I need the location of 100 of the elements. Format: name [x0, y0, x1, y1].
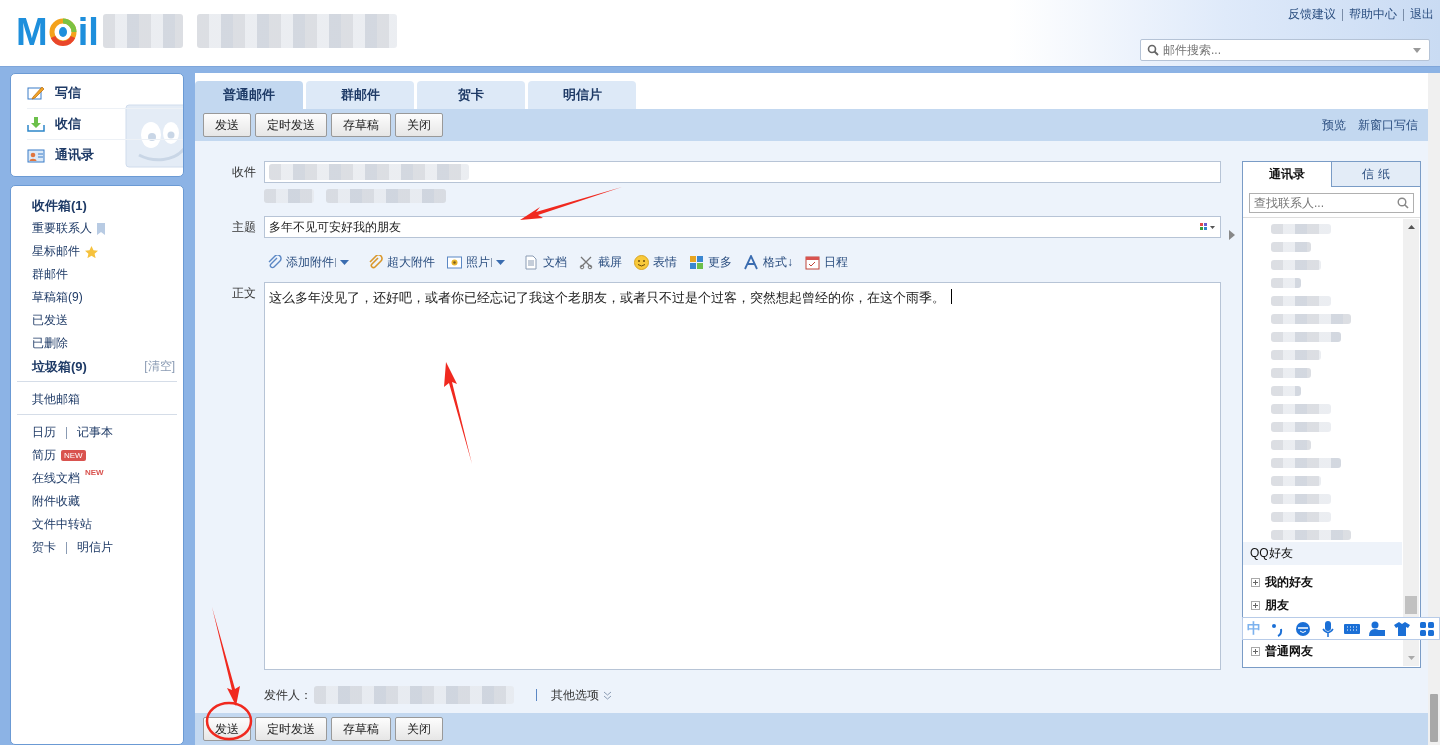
- sidebar-action[interactable]: 通讯录: [27, 140, 183, 170]
- paperclip-icon: [368, 254, 383, 270]
- scrollbar[interactable]: [1403, 219, 1419, 666]
- compose-tab[interactable]: 群邮件: [306, 81, 414, 109]
- toolbar-link[interactable]: 预览: [1322, 116, 1346, 134]
- compose-tab[interactable]: 明信片: [528, 81, 636, 109]
- dropdown-icon: [1413, 47, 1421, 53]
- folder-link[interactable]: 日历: [32, 424, 56, 441]
- message-editor[interactable]: 这么多年没见了，还好吧，或者你已经忘记了我这个老朋友，或者只不过是个过客，突然想起曾经的你，在这个雨季。: [264, 282, 1221, 670]
- up-arrow-icon: [1407, 225, 1415, 229]
- folder-link[interactable]: 星标邮件: [32, 243, 80, 260]
- folder-link[interactable]: 在线文档: [32, 470, 80, 487]
- toolbar-button[interactable]: 存草稿: [331, 113, 391, 137]
- double-chevron-icon: [603, 690, 612, 700]
- blurred-area: [1271, 296, 1331, 306]
- header-link[interactable]: 帮助中心: [1349, 6, 1397, 23]
- microphone-icon: [1319, 620, 1336, 637]
- circle-annotation: [205, 701, 253, 741]
- editor-tool[interactable]: 照片: [444, 253, 493, 271]
- folder-link[interactable]: 其他邮箱: [32, 391, 80, 408]
- editor-tool[interactable]: 表情: [631, 253, 680, 271]
- scrollbar-thumb[interactable]: [1405, 596, 1417, 614]
- text-cursor: [951, 289, 952, 304]
- blurred-area: [1271, 404, 1331, 414]
- grid-icon: [689, 254, 704, 270]
- ring-logo-icon: [47, 17, 78, 47]
- folder-link[interactable]: 附件收藏: [32, 493, 80, 510]
- blurred-area: [1271, 512, 1331, 522]
- compose-tab[interactable]: 普通邮件: [195, 81, 303, 109]
- options-link[interactable]: 其他选项: [551, 686, 612, 704]
- folder-link[interactable]: 垃圾箱(9): [32, 357, 87, 376]
- folder-link[interactable]: 简历: [32, 447, 56, 464]
- letter-a-icon: [744, 254, 759, 270]
- toolbar-button[interactable]: 关闭: [395, 717, 443, 741]
- folder-link[interactable]: 明信片: [77, 539, 113, 556]
- editor-tool[interactable]: 超大附件: [365, 253, 438, 271]
- new-badge: NEW: [61, 450, 86, 461]
- scrollbar-thumb[interactable]: [1430, 694, 1438, 742]
- contact-search-bar[interactable]: 查找联系人...: [1249, 193, 1414, 213]
- blurred-area: [1271, 476, 1321, 486]
- group-header: QQ好友: [1243, 542, 1402, 565]
- header-link[interactable]: 反馈建议: [1288, 6, 1336, 23]
- folder-link[interactable]: 贺卡: [32, 539, 56, 556]
- search-bar[interactable]: 邮件搜索...: [1140, 39, 1430, 61]
- editor-tool[interactable]: 格式↓: [741, 253, 796, 271]
- page-scrollbar[interactable]: [1428, 73, 1440, 745]
- folder-link[interactable]: 记事本: [77, 424, 113, 441]
- search-icon: [1397, 197, 1409, 209]
- photo-icon: [447, 254, 462, 270]
- field-label: 主题: [231, 219, 257, 236]
- shirt-icon: [1393, 620, 1410, 637]
- smiley-icon: [1294, 620, 1311, 637]
- header-link[interactable]: 退出: [1410, 6, 1434, 23]
- editor-tool[interactable]: 截屏: [576, 253, 625, 271]
- folder-link[interactable]: 文件中转站: [32, 516, 92, 533]
- editor-tool[interactable]: 文档: [521, 253, 570, 271]
- editor-tool[interactable]: 添加附件: [264, 253, 337, 271]
- editor-tool[interactable]: 更多: [686, 253, 735, 271]
- blurred-area: [1271, 386, 1301, 396]
- contact-group[interactable]: 我的好友: [1265, 574, 1313, 591]
- blurred-area: [1271, 332, 1341, 342]
- download-tray-icon: [27, 116, 45, 132]
- toolbar-button[interactable]: 关闭: [395, 113, 443, 137]
- search-icon: [1147, 44, 1159, 56]
- subject-field[interactable]: 多年不见可安好我的朋友: [264, 216, 1221, 238]
- toolbar-button[interactable]: 定时发送: [255, 113, 327, 137]
- blurred-area: [1271, 242, 1311, 252]
- blurred-area: [1271, 350, 1321, 360]
- blurred-area: [1271, 260, 1321, 270]
- folder-link[interactable]: 群邮件: [32, 266, 68, 283]
- folder-link[interactable]: 草稿箱(9): [32, 289, 83, 306]
- editor-tool[interactable]: 日程: [802, 253, 851, 271]
- search-input[interactable]: 邮件搜索...: [1163, 43, 1409, 57]
- toolbar-button[interactable]: 存草稿: [331, 717, 391, 741]
- folder-link[interactable]: 收件箱(1): [32, 196, 87, 215]
- dropdown-button[interactable]: [335, 257, 351, 267]
- contact-group[interactable]: 朋友: [1265, 597, 1289, 614]
- compose-tab[interactable]: 贺卡: [417, 81, 525, 109]
- caret-icon: [496, 259, 505, 265]
- logo-text: M: [16, 12, 48, 52]
- contact-group[interactable]: 普通网友: [1265, 643, 1313, 660]
- field-label: 正文: [231, 285, 257, 302]
- star-icon: [85, 245, 98, 258]
- panel-tab[interactable]: 通讯录: [1243, 162, 1331, 187]
- panel-tab[interactable]: 信 纸: [1331, 162, 1420, 187]
- dropdown-button[interactable]: [491, 257, 507, 267]
- folder-link[interactable]: 已发送: [32, 312, 68, 329]
- person-icon: [1369, 620, 1386, 637]
- folder-link[interactable]: 重要联系人: [32, 220, 92, 237]
- blurred-area: [1271, 494, 1331, 504]
- toolbar-button[interactable]: 发送: [203, 113, 251, 137]
- color-grid-icon: [1200, 223, 1216, 231]
- recipient-field[interactable]: [264, 161, 1221, 183]
- folder-link[interactable]: 已删除: [32, 335, 68, 352]
- toolbar-button[interactable]: 定时发送: [255, 717, 327, 741]
- smiley-icon: [634, 254, 649, 270]
- blurred-area: [1271, 368, 1311, 378]
- blurred-area: [1271, 224, 1331, 234]
- caret-icon: [340, 259, 349, 265]
- toolbar-link[interactable]: 新窗口写信: [1358, 116, 1418, 134]
